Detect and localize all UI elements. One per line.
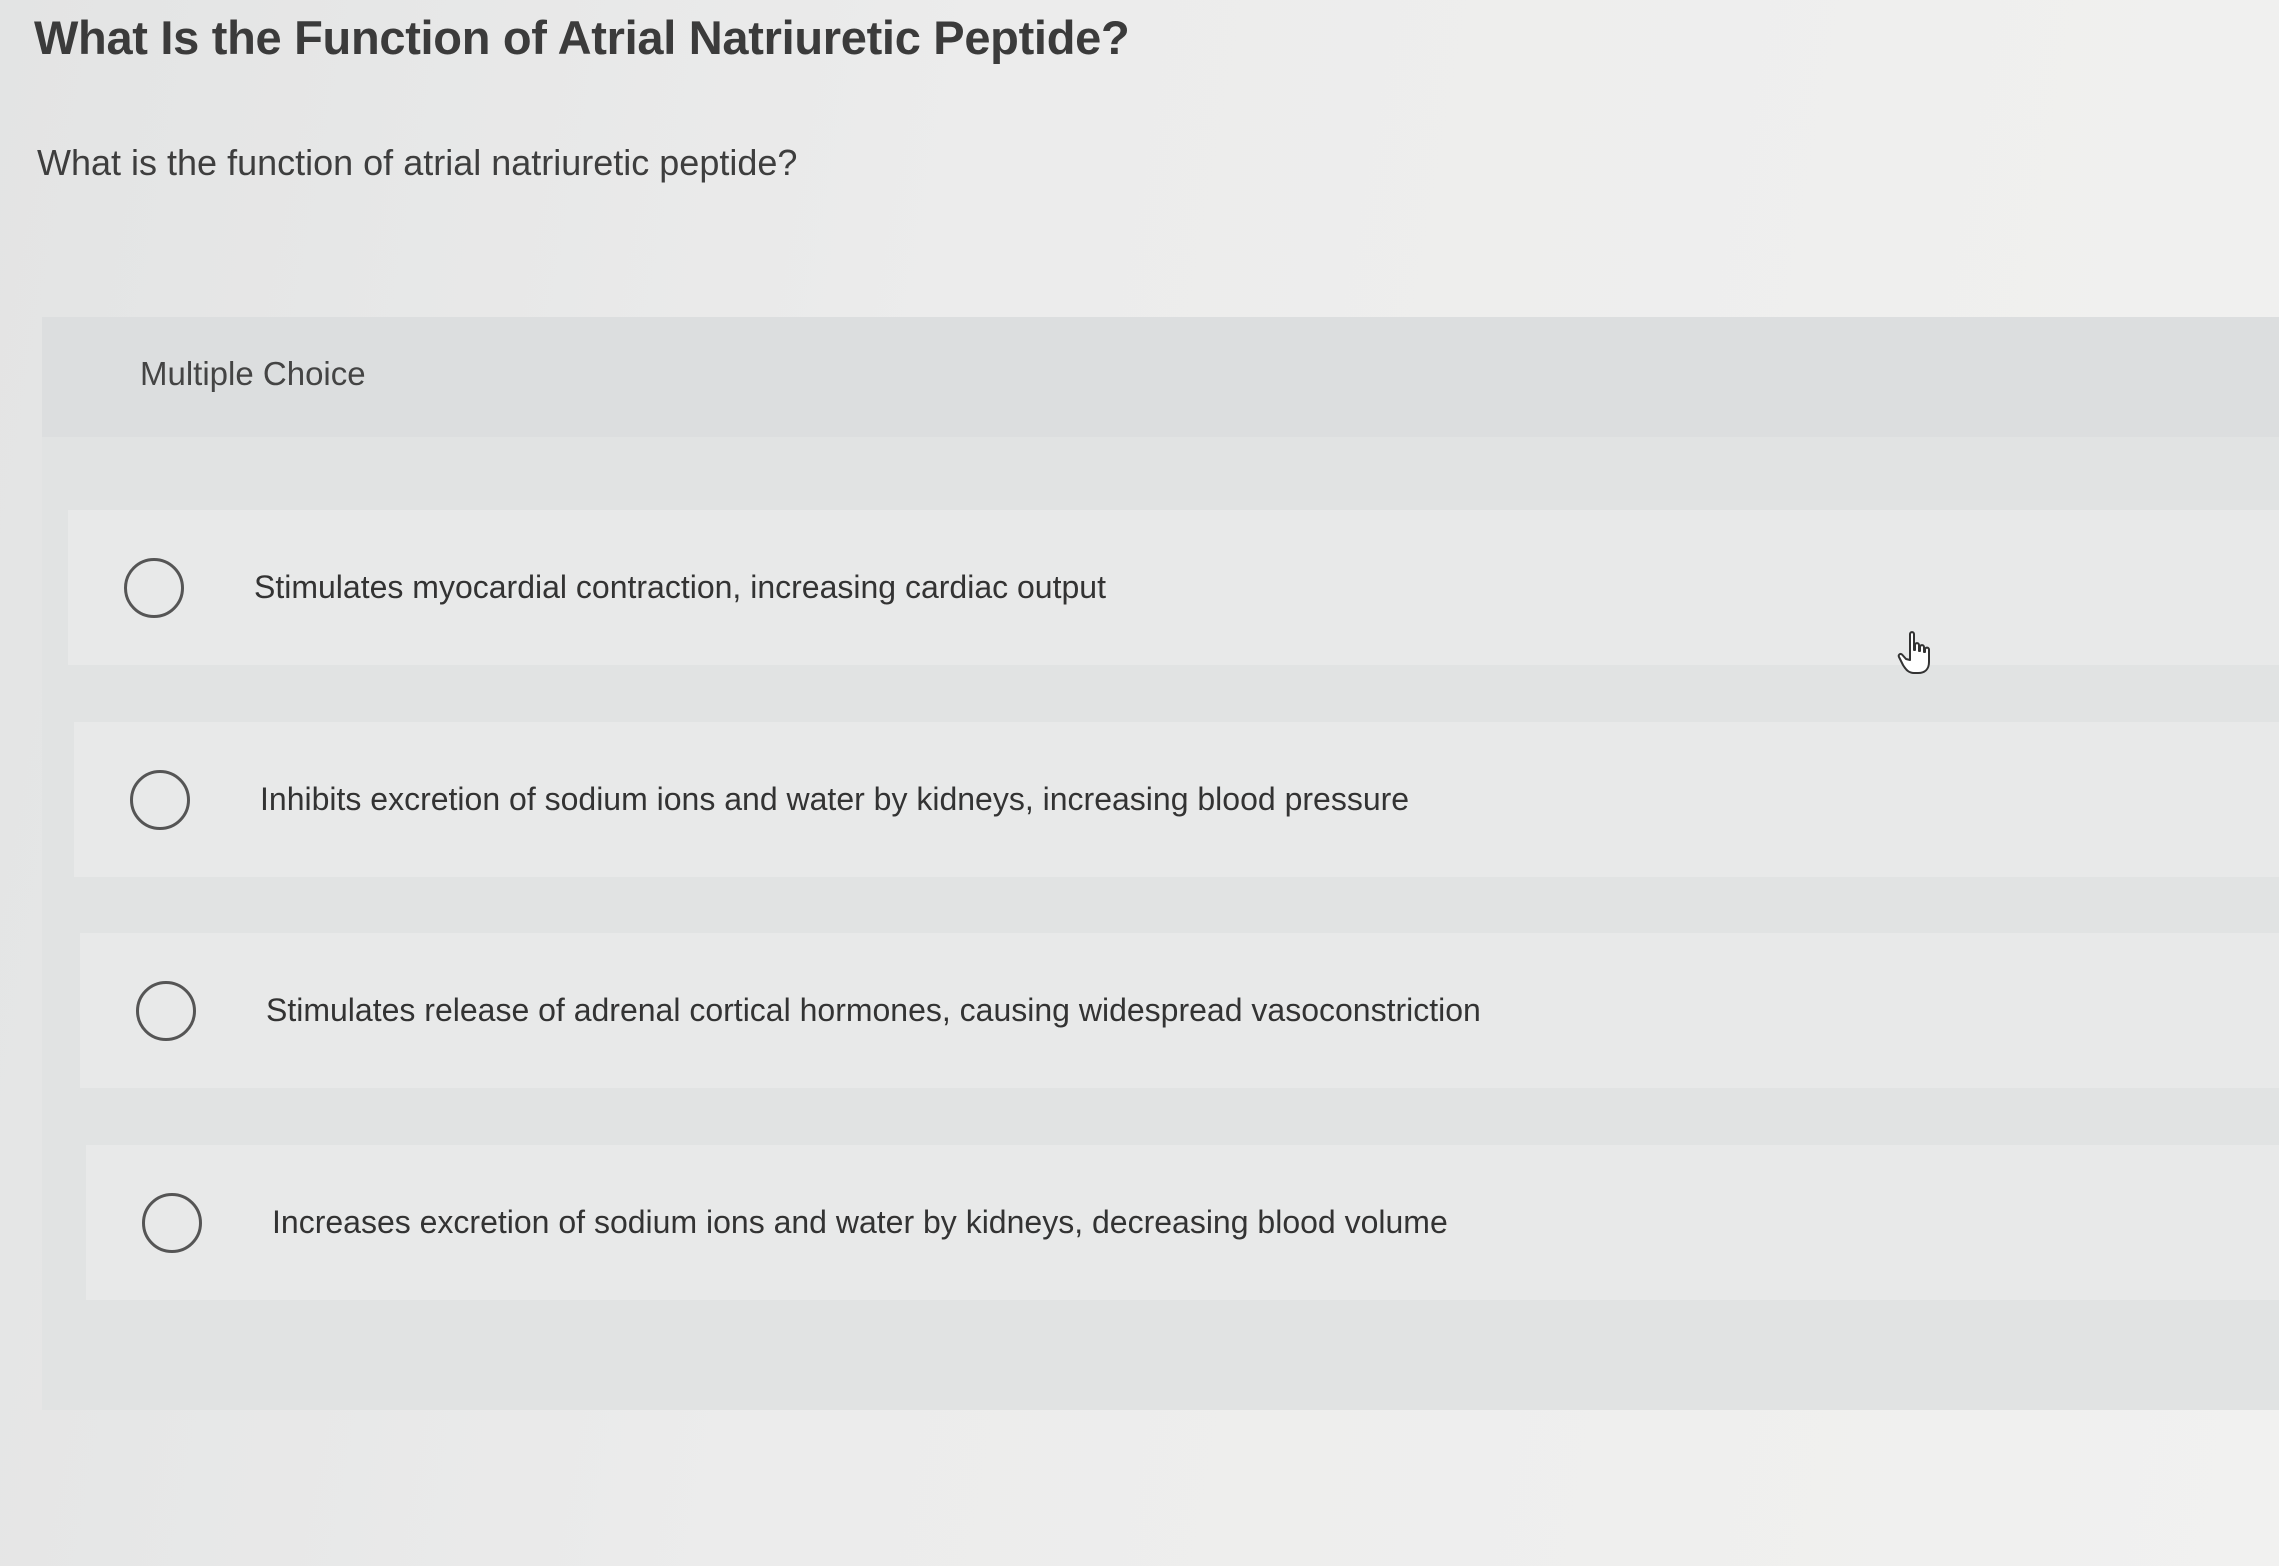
answer-option-label: Stimulates release of adrenal cortical h…: [266, 992, 1481, 1028]
radio-unselected-icon[interactable]: [130, 769, 190, 830]
question-prompt: What is the function of atrial natriuret…: [37, 142, 798, 183]
radio-unselected-icon[interactable]: [136, 980, 196, 1041]
answer-option-2[interactable]: Inhibits excretion of sodium ions and wa…: [74, 722, 2279, 877]
answer-option-1[interactable]: Stimulates myocardial contraction, incre…: [68, 510, 2279, 665]
radio-unselected-icon[interactable]: [142, 1192, 202, 1253]
answer-option-label: Increases excretion of sodium ions and w…: [272, 1204, 1448, 1240]
page-background: What Is the Function of Atrial Natriuret…: [0, 0, 2279, 1566]
answer-option-label: Inhibits excretion of sodium ions and wa…: [260, 781, 1410, 817]
multiple-choice-header: Multiple Choice: [42, 317, 2279, 437]
answer-option-label: Stimulates myocardial contraction, incre…: [254, 569, 1106, 605]
multiple-choice-label: Multiple Choice: [140, 355, 366, 392]
answer-option-4[interactable]: Increases excretion of sodium ions and w…: [86, 1145, 2279, 1300]
hand-pointer-icon: [1897, 631, 1930, 674]
radio-unselected-icon[interactable]: [124, 557, 184, 618]
page-title: What Is the Function of Atrial Natriuret…: [34, 11, 1130, 64]
answer-option-3[interactable]: Stimulates release of adrenal cortical h…: [80, 933, 2279, 1088]
